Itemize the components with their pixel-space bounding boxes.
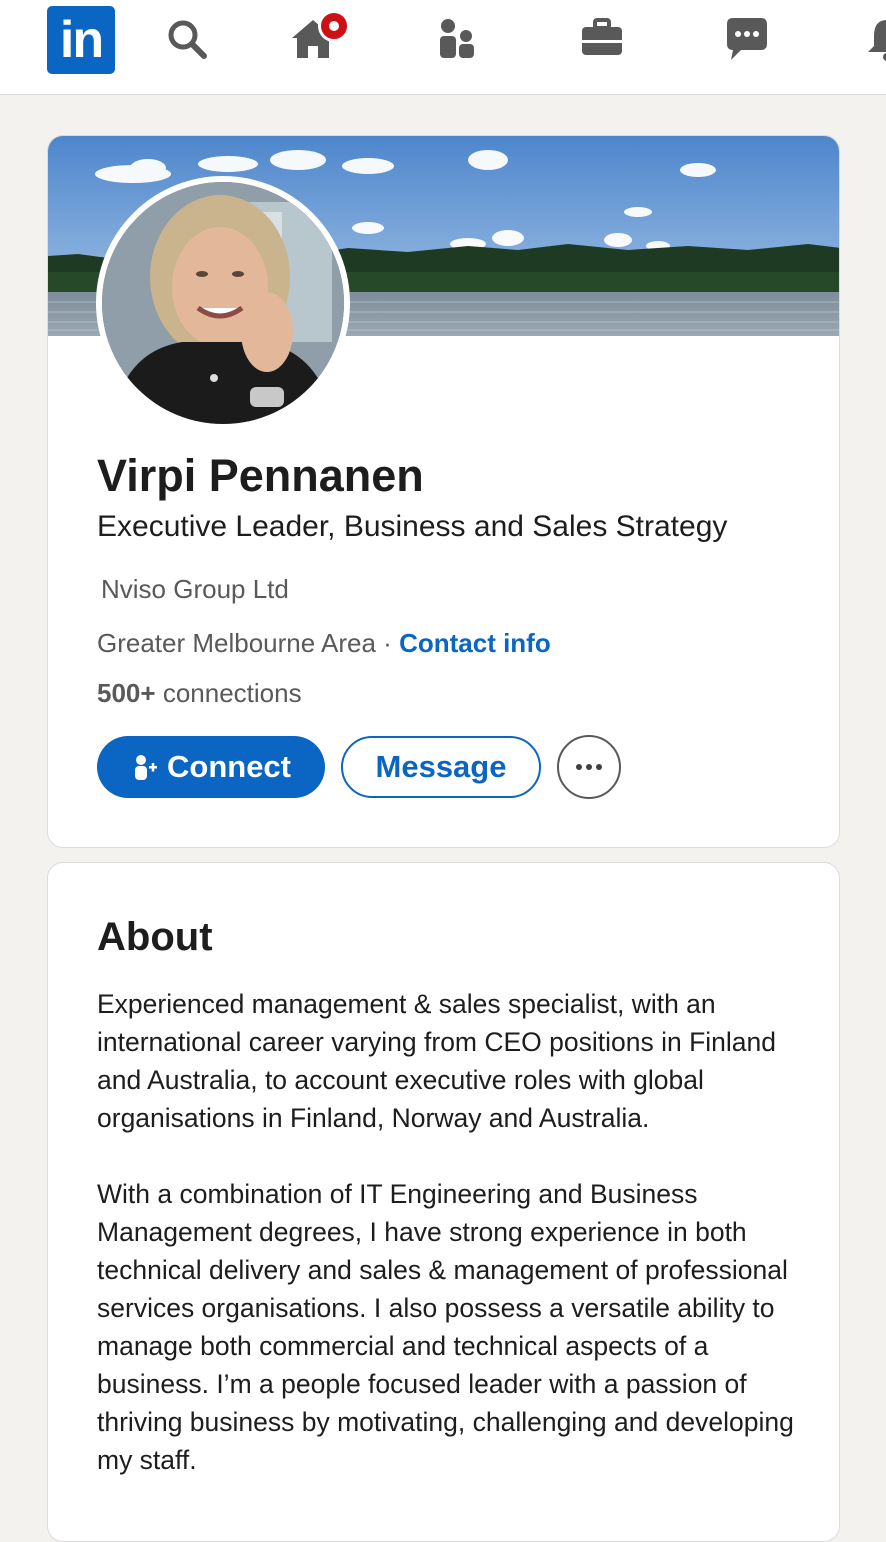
search-icon[interactable] (162, 14, 212, 64)
add-person-icon (135, 755, 157, 780)
contact-info-link[interactable]: Contact info (399, 628, 551, 658)
network-icon[interactable] (433, 14, 483, 64)
about-card: About Experienced management & sales spe… (47, 862, 840, 1542)
profile-location: Greater Melbourne Area (97, 628, 376, 658)
connections-label: connections (162, 678, 302, 708)
profile-headline: Executive Leader, Business and Sales Str… (97, 510, 728, 543)
location-row: Greater Melbourne Area · Contact info (97, 628, 551, 659)
top-nav-bar: in (0, 0, 886, 95)
profile-avatar[interactable] (96, 176, 350, 430)
connect-label: Connect (167, 749, 291, 784)
connections-count[interactable]: 500+ connections (97, 678, 302, 709)
linkedin-logo[interactable]: in (47, 6, 115, 74)
notification-badge (318, 10, 350, 42)
more-dots-icon (576, 764, 582, 770)
profile-name: Virpi Pennanen (97, 450, 424, 501)
about-paragraph-1: Experienced management & sales specialis… (97, 989, 777, 1133)
connect-button[interactable]: Connect (97, 736, 325, 798)
message-label: Message (375, 749, 507, 784)
connections-number: 500+ (97, 678, 156, 708)
more-options-button[interactable] (557, 735, 621, 799)
separator-dot: · (383, 628, 392, 658)
about-heading: About (97, 915, 213, 959)
profile-company[interactable]: Nviso Group Ltd (101, 574, 289, 605)
about-paragraph-2: With a combination of IT Engineering and… (97, 1179, 794, 1475)
notifications-icon[interactable] (862, 14, 886, 64)
jobs-icon[interactable] (577, 14, 627, 64)
profile-card: Virpi Pennanen Executive Leader, Busines… (47, 135, 840, 848)
message-button[interactable]: Message (341, 736, 541, 798)
messaging-icon[interactable] (721, 14, 771, 64)
